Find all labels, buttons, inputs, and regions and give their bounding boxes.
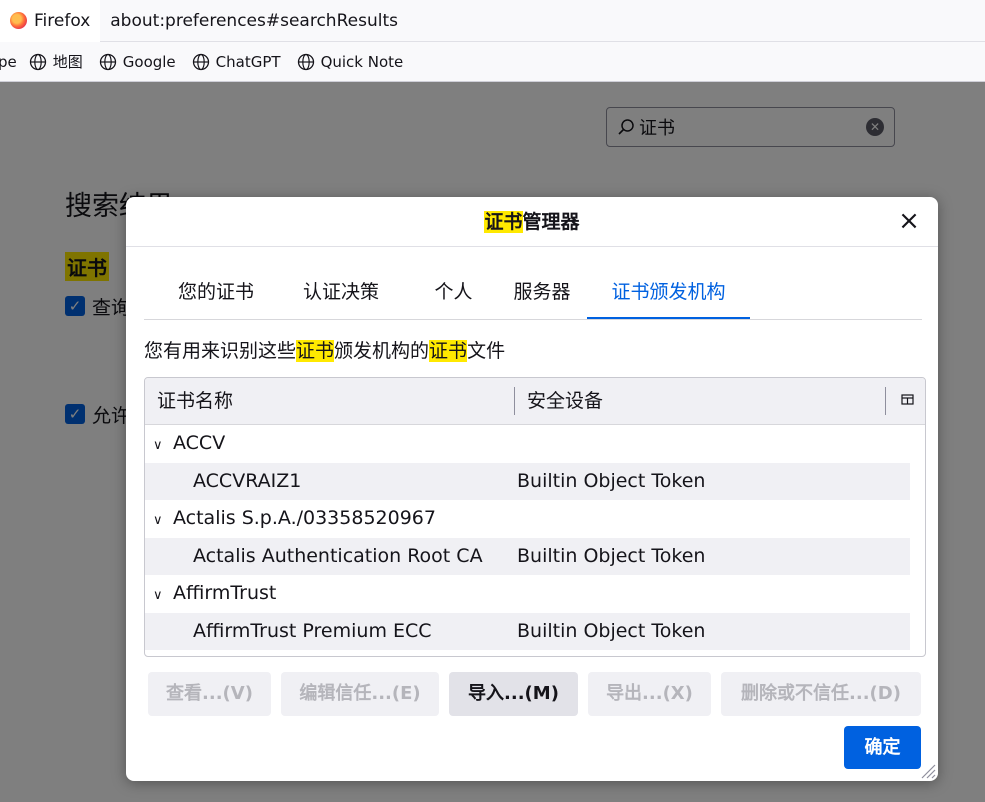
globe-icon bbox=[99, 53, 116, 70]
bookmarks-toolbar: pe 地图 Google ChatGPT Quick Note bbox=[0, 42, 985, 82]
tree-cert-row[interactable]: ACCVRAIZ1 Builtin Object Token bbox=[145, 462, 910, 500]
bookmark-item[interactable]: ChatGPT bbox=[192, 53, 281, 71]
identity-label: Firefox bbox=[34, 10, 91, 31]
tab-people[interactable]: 个人 bbox=[416, 267, 491, 319]
bookmark-label: Google bbox=[122, 52, 176, 71]
tree-group-row[interactable]: ∨ ACCV bbox=[145, 425, 925, 463]
resize-grip-icon[interactable] bbox=[920, 763, 936, 779]
chevron-down-icon[interactable]: ∨ bbox=[153, 502, 173, 539]
column-header-name[interactable]: 证书名称 bbox=[157, 378, 233, 424]
tree-group-row[interactable]: ∨ AffirmTrust bbox=[145, 575, 925, 613]
chevron-down-icon[interactable]: ∨ bbox=[153, 577, 173, 614]
group-name: AffirmTrust bbox=[173, 582, 277, 604]
bookmark-label: 地图 bbox=[52, 53, 83, 71]
dialog-title: 证书管理器 bbox=[126, 197, 938, 247]
tree-header: 证书名称 安全设备 bbox=[145, 378, 925, 425]
chevron-down-icon[interactable]: ∨ bbox=[153, 427, 173, 464]
cert-device: Builtin Object Token bbox=[517, 619, 706, 642]
certificate-tree[interactable]: 证书名称 安全设备 ∨ ACCV ACCVRAIZ1 Builtin Object … bbox=[144, 377, 926, 657]
bookmark-item[interactable]: Google bbox=[99, 53, 176, 71]
certificate-manager-dialog: 证书管理器 × 您的证书 认证决策 个人 服务器 证书颁发机构 您有用来识别这些… bbox=[126, 197, 938, 781]
cert-device: Builtin Object Token bbox=[517, 544, 706, 567]
authorities-description: 您有用来识别这些证书颁发机构的证书文件 bbox=[144, 336, 505, 363]
tree-cert-row[interactable]: AffirmTrust Premium ECC Builtin Object To… bbox=[145, 612, 910, 650]
delete-or-distrust-button[interactable]: 删除或不信任...(D) bbox=[721, 672, 921, 716]
tab-strip: 您的证书 认证决策 个人 服务器 证书颁发机构 bbox=[144, 267, 922, 320]
description-text: 颁发机构的 bbox=[334, 340, 430, 362]
bookmark-item[interactable]: 地图 bbox=[29, 51, 83, 72]
globe-icon bbox=[29, 53, 46, 70]
edit-trust-button[interactable]: 编辑信任...(E) bbox=[281, 672, 439, 716]
column-splitter[interactable] bbox=[514, 387, 515, 415]
bookmark-label: ChatGPT bbox=[215, 52, 281, 71]
bookmark-item[interactable]: pe bbox=[0, 53, 17, 71]
tree-cert-row[interactable]: Actalis Authentication Root CA Builtin Ob… bbox=[145, 537, 910, 575]
firefox-logo-icon bbox=[10, 12, 27, 29]
tree-group-row[interactable]: ∨ Actalis S.p.A./03358520967 bbox=[145, 500, 925, 538]
column-splitter[interactable] bbox=[885, 387, 886, 415]
view-button[interactable]: 查看...(V) bbox=[148, 672, 271, 716]
cert-name: AffirmTrust Premium ECC bbox=[193, 619, 432, 642]
cert-name: Actalis Authentication Root CA bbox=[193, 544, 483, 567]
close-icon[interactable]: × bbox=[896, 208, 922, 235]
tab-servers[interactable]: 服务器 bbox=[502, 267, 582, 319]
description-highlight: 证书 bbox=[429, 340, 468, 362]
bookmark-label: Quick Note bbox=[320, 52, 404, 71]
column-picker-icon[interactable] bbox=[901, 393, 915, 407]
bookmark-label: pe bbox=[0, 52, 17, 71]
tab-your-certificates[interactable]: 您的证书 bbox=[166, 267, 266, 319]
description-text: 您有用来识别这些 bbox=[144, 340, 297, 362]
identity-box[interactable]: Firefox bbox=[0, 0, 101, 42]
ok-button[interactable]: 确定 bbox=[844, 726, 921, 769]
dialog-title-rest: 管理器 bbox=[522, 211, 580, 233]
import-button[interactable]: 导入...(M) bbox=[449, 672, 578, 716]
tab-authentication-decisions[interactable]: 认证决策 bbox=[291, 267, 391, 319]
bookmark-item[interactable]: Quick Note bbox=[297, 52, 404, 71]
group-name: Actalis S.p.A./03358520967 bbox=[173, 507, 436, 529]
globe-icon bbox=[192, 53, 209, 70]
description-highlight: 证书 bbox=[296, 340, 335, 362]
tab-authorities[interactable]: 证书颁发机构 bbox=[587, 267, 750, 319]
description-text: 文件 bbox=[467, 340, 506, 362]
cert-name: ACCVRAIZ1 bbox=[193, 469, 302, 492]
globe-icon bbox=[297, 53, 314, 70]
url-bar: Firefox about:preferences#searchResults bbox=[0, 0, 985, 42]
cert-device: Builtin Object Token bbox=[517, 469, 706, 492]
group-name: ACCV bbox=[173, 432, 226, 454]
export-button[interactable]: 导出...(X) bbox=[588, 672, 711, 716]
url-input[interactable]: about:preferences#searchResults bbox=[110, 11, 398, 31]
column-header-device[interactable]: 安全设备 bbox=[527, 378, 603, 424]
dialog-title-highlight: 证书 bbox=[484, 211, 523, 233]
